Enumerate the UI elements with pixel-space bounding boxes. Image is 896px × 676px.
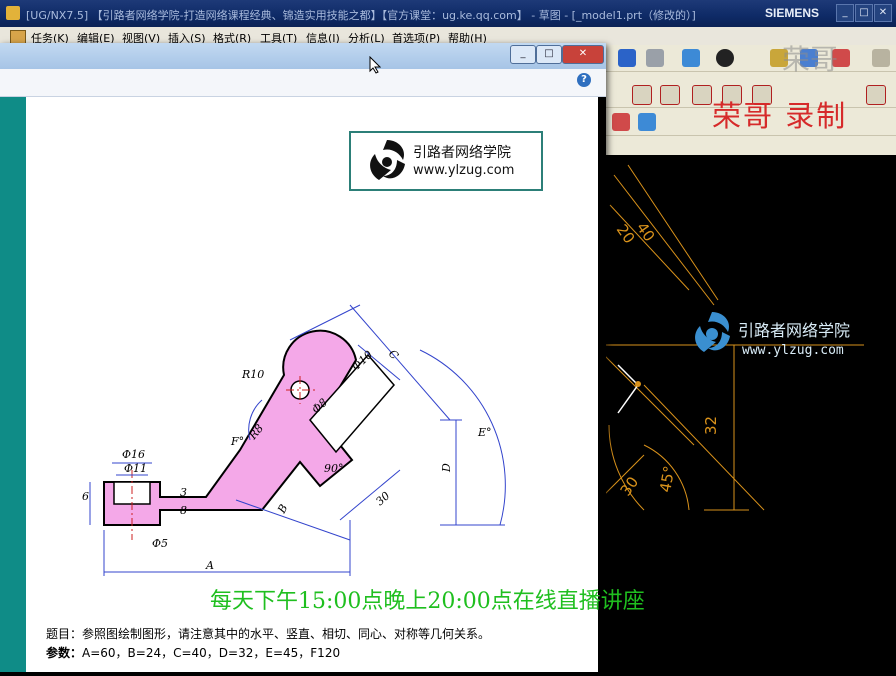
dim-90: 90°: [324, 462, 344, 475]
recorder-watermark: 荣哥 录制: [712, 99, 848, 133]
dim-6: 6: [82, 490, 89, 503]
params-line: 参数：A=60，B=24，C=40，D=32，E=45，F120: [46, 644, 340, 661]
problem-text: 题目：参照图绘制图形，请注意其中的水平、竖直、相切、同心、对称等几何关系。: [46, 627, 491, 641]
params-label: 参数：: [46, 646, 83, 660]
dim-phi16: Φ16: [122, 448, 145, 461]
live-banner: 每天下午15:00点晚上20:00点在线直播讲座: [210, 589, 645, 614]
params-values: A=60，B=24，C=40，D=32，E=45，F120: [82, 646, 341, 660]
dim-r10: R10: [241, 368, 264, 381]
dim-8: 8: [180, 504, 187, 517]
dim-e: E°: [477, 426, 492, 439]
dim-30: 30: [373, 489, 392, 508]
dim-f: F°: [230, 435, 244, 448]
dim-3: 3: [180, 486, 187, 499]
dim-d: D: [440, 463, 453, 473]
dim-phi5: Φ5: [152, 537, 168, 550]
dim-a: A: [205, 559, 214, 572]
mouse-cursor-icon: [369, 56, 381, 74]
dim-phi11: Φ11: [124, 462, 147, 475]
